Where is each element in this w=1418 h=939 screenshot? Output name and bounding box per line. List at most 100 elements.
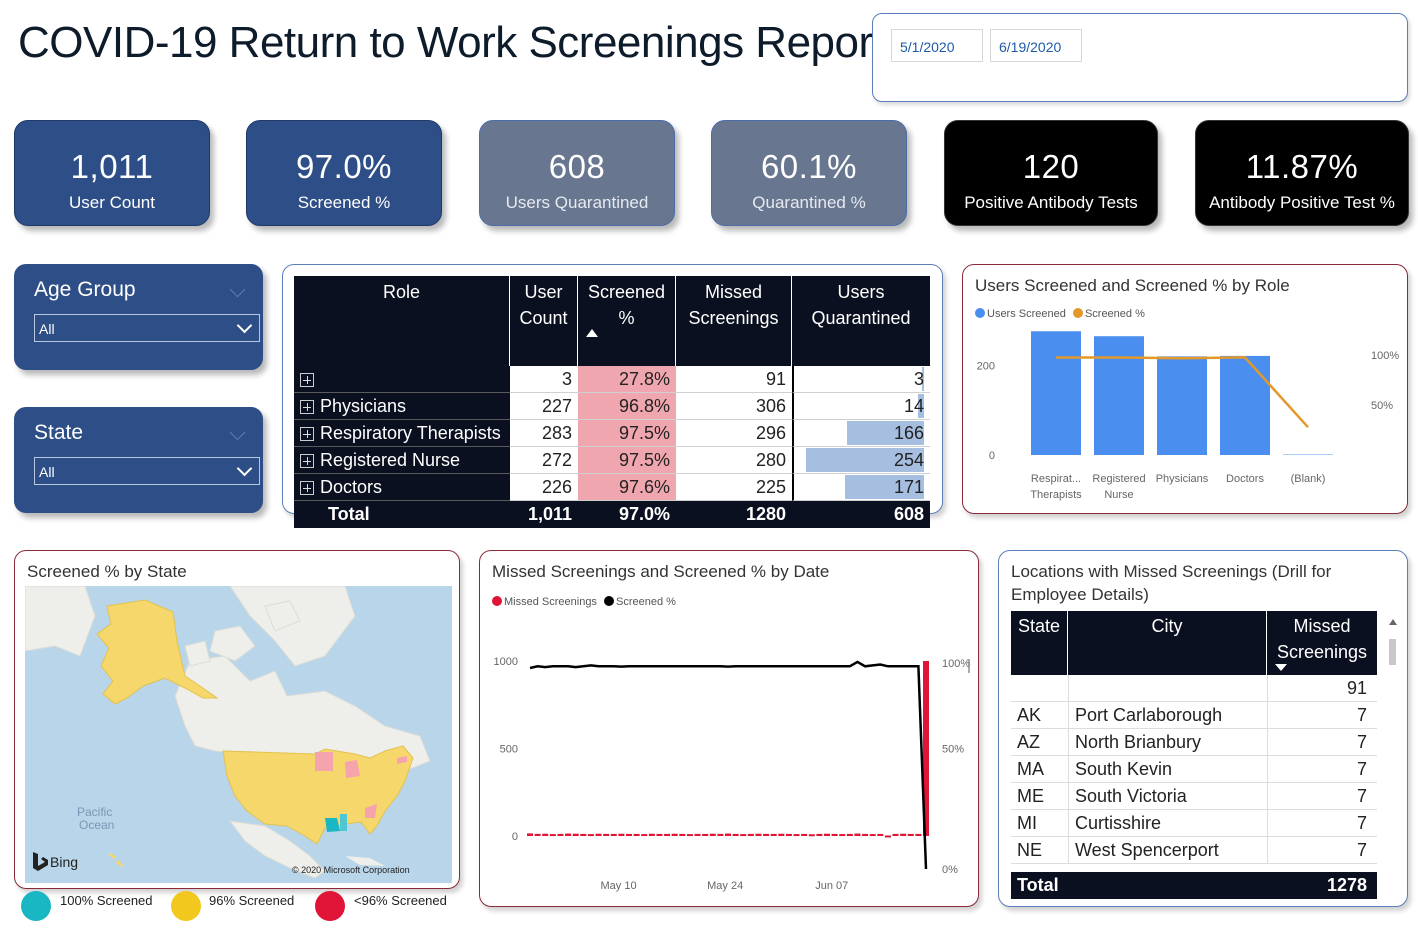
kpi-label: User Count xyxy=(69,193,155,212)
scroll-thumb[interactable] xyxy=(1389,639,1396,665)
expand-plus-icon[interactable] xyxy=(300,454,314,468)
role-chart-plot: 0 200 50% 100% Respirat... Therapists Register… xyxy=(977,331,1399,501)
cell-missed: 7 xyxy=(1356,813,1367,833)
bar-missed-screenings xyxy=(648,833,655,836)
column-divider xyxy=(1267,837,1268,863)
y-axis-tick: 200 xyxy=(977,360,995,372)
table-row[interactable]: MA South Kevin 7 xyxy=(1011,756,1377,783)
state-dropdown[interactable]: All xyxy=(34,457,260,485)
dropdown-value: All xyxy=(39,464,55,480)
bar-missed-screenings xyxy=(869,834,876,837)
mississippi-region xyxy=(340,814,347,831)
cell-quarantined: 3 xyxy=(792,366,930,393)
age-group-dropdown[interactable]: All xyxy=(34,314,260,342)
x-axis-tick: (Blank) xyxy=(1291,473,1326,485)
line-screened-pct xyxy=(529,660,928,870)
column-header-role[interactable]: Role xyxy=(294,276,510,366)
cell-role: Respiratory Therapists xyxy=(294,420,510,447)
column-header-missed[interactable]: Missed Screenings xyxy=(676,276,792,366)
bar-users-screened xyxy=(1220,355,1270,455)
column-header-screened[interactable]: Screened % xyxy=(578,276,676,366)
cell-user-count: 272 xyxy=(510,447,578,474)
bar-missed-screenings xyxy=(557,833,564,836)
role-chart-card: Users Screened and Screened % by Role Us… xyxy=(962,264,1408,514)
table-row[interactable]: AK Port Carlaborough 7 xyxy=(1011,702,1377,729)
cell-text: 97.6% xyxy=(618,477,670,497)
cell-role: Doctors xyxy=(294,474,510,501)
cell-text: Registered Nurse xyxy=(320,450,461,470)
cell-text: Respiratory Therapists xyxy=(320,423,501,443)
chevron-down-icon[interactable] xyxy=(229,281,246,298)
chevron-down-icon[interactable] xyxy=(229,424,246,441)
cell-missed: 7 xyxy=(1356,840,1367,860)
bar-users-screened xyxy=(1094,336,1144,455)
kpi-card-antibody-positive-pct: 11.87% Antibody Positive Test % xyxy=(1195,120,1409,226)
table-row[interactable]: Physicians 227 96.8% 306 14 xyxy=(294,393,930,420)
bar-missed-screenings xyxy=(534,833,541,836)
cell-screened: 97.5% xyxy=(578,447,676,474)
column-header-user-count[interactable]: User Count xyxy=(510,276,578,366)
cell-quarantined: 14 xyxy=(792,393,930,420)
map-legend-label: 100% Screened xyxy=(60,893,153,908)
table-row[interactable]: AZ North Brianbury 7 xyxy=(1011,729,1377,756)
bar-missed-screenings xyxy=(549,834,556,837)
cell-text: 296 xyxy=(755,423,786,443)
end-date-input[interactable]: 6/19/2020 xyxy=(990,29,1082,62)
start-date-input[interactable]: 5/1/2020 xyxy=(891,29,983,62)
column-divider xyxy=(1267,675,1268,701)
scroll-up-icon[interactable] xyxy=(1389,619,1397,625)
state-slicer: State All xyxy=(14,407,263,513)
chevron-down-icon xyxy=(236,317,253,334)
total-missed: 1280 xyxy=(676,501,792,528)
expand-plus-icon[interactable] xyxy=(300,481,314,495)
bar-missed-screenings xyxy=(915,833,922,836)
column-header-quarantined[interactable]: Users Quarantined xyxy=(792,276,930,366)
expand-plus-icon[interactable] xyxy=(300,373,314,387)
table-row[interactable]: ME South Victoria 7 xyxy=(1011,783,1377,810)
table-row[interactable]: MI Curtisshire 7 xyxy=(1011,810,1377,837)
expand-plus-icon[interactable] xyxy=(300,427,314,441)
column-header-missed[interactable]: Missed Screenings xyxy=(1267,611,1377,665)
bar-missed-screenings xyxy=(831,833,838,836)
cell-text: 97.5% xyxy=(618,450,670,470)
cell-text: 254 xyxy=(893,450,924,470)
cell-quarantined: 254 xyxy=(792,447,930,474)
date-range-slicer[interactable]: 5/1/2020 6/19/2020 xyxy=(872,13,1408,102)
table-row[interactable]: Registered Nurse 272 97.5% 280 254 xyxy=(294,447,930,474)
kpi-value: 11.87% xyxy=(1245,148,1359,185)
cell-text: 3 xyxy=(561,369,572,389)
cell-text: 14 xyxy=(903,396,924,416)
bar-missed-screenings xyxy=(641,834,648,837)
bar-missed-screenings xyxy=(740,834,747,837)
table-row[interactable]: Respiratory Therapists 283 97.5% 296 166 xyxy=(294,420,930,447)
table-scrollbar[interactable] xyxy=(1388,611,1397,887)
table-row[interactable]: NE West Spencerport 7 xyxy=(1011,837,1377,864)
table-row[interactable]: 3 27.8% 91 3 xyxy=(294,366,930,393)
bar-missed-screenings xyxy=(862,833,869,836)
y-axis-tick: 1000 xyxy=(494,656,518,668)
cell-text: 306 xyxy=(755,396,786,416)
table-title: Locations with Missed Screenings (Drill … xyxy=(1011,562,1332,604)
bar-missed-screenings xyxy=(884,835,891,838)
column-header-state[interactable]: State xyxy=(1011,611,1068,675)
column-divider xyxy=(1068,675,1069,701)
table-row[interactable]: Doctors 226 97.6% 225 171 xyxy=(294,474,930,501)
expand-plus-icon[interactable] xyxy=(300,400,314,414)
total-value: 1278 xyxy=(1326,875,1367,895)
cell-user-count: 283 xyxy=(510,420,578,447)
role-matrix-header: Role User Count Screened % Missed Screen… xyxy=(294,276,930,366)
column-header-city[interactable]: City xyxy=(1068,611,1267,675)
cell-user-count: 227 xyxy=(510,393,578,420)
sort-descending-icon[interactable] xyxy=(1275,664,1287,671)
bar-missed-screenings xyxy=(717,833,724,836)
x-axis-tick: Therapists xyxy=(1030,489,1082,501)
sort-ascending-icon[interactable] xyxy=(586,329,598,337)
role-matrix-card: Role User Count Screened % Missed Screen… xyxy=(282,264,943,528)
cell-city: Port Carlaborough xyxy=(1075,705,1223,725)
bar-missed-screenings xyxy=(702,833,709,836)
cell-role: Physicians xyxy=(294,393,510,420)
state-map[interactable]: Pacific Ocean © 2020 Microsoft Corporati… xyxy=(25,586,452,883)
cell-screened: 27.8% xyxy=(578,366,676,393)
bar-missed-screenings xyxy=(793,834,800,837)
table-row[interactable]: 91 xyxy=(1011,675,1377,702)
